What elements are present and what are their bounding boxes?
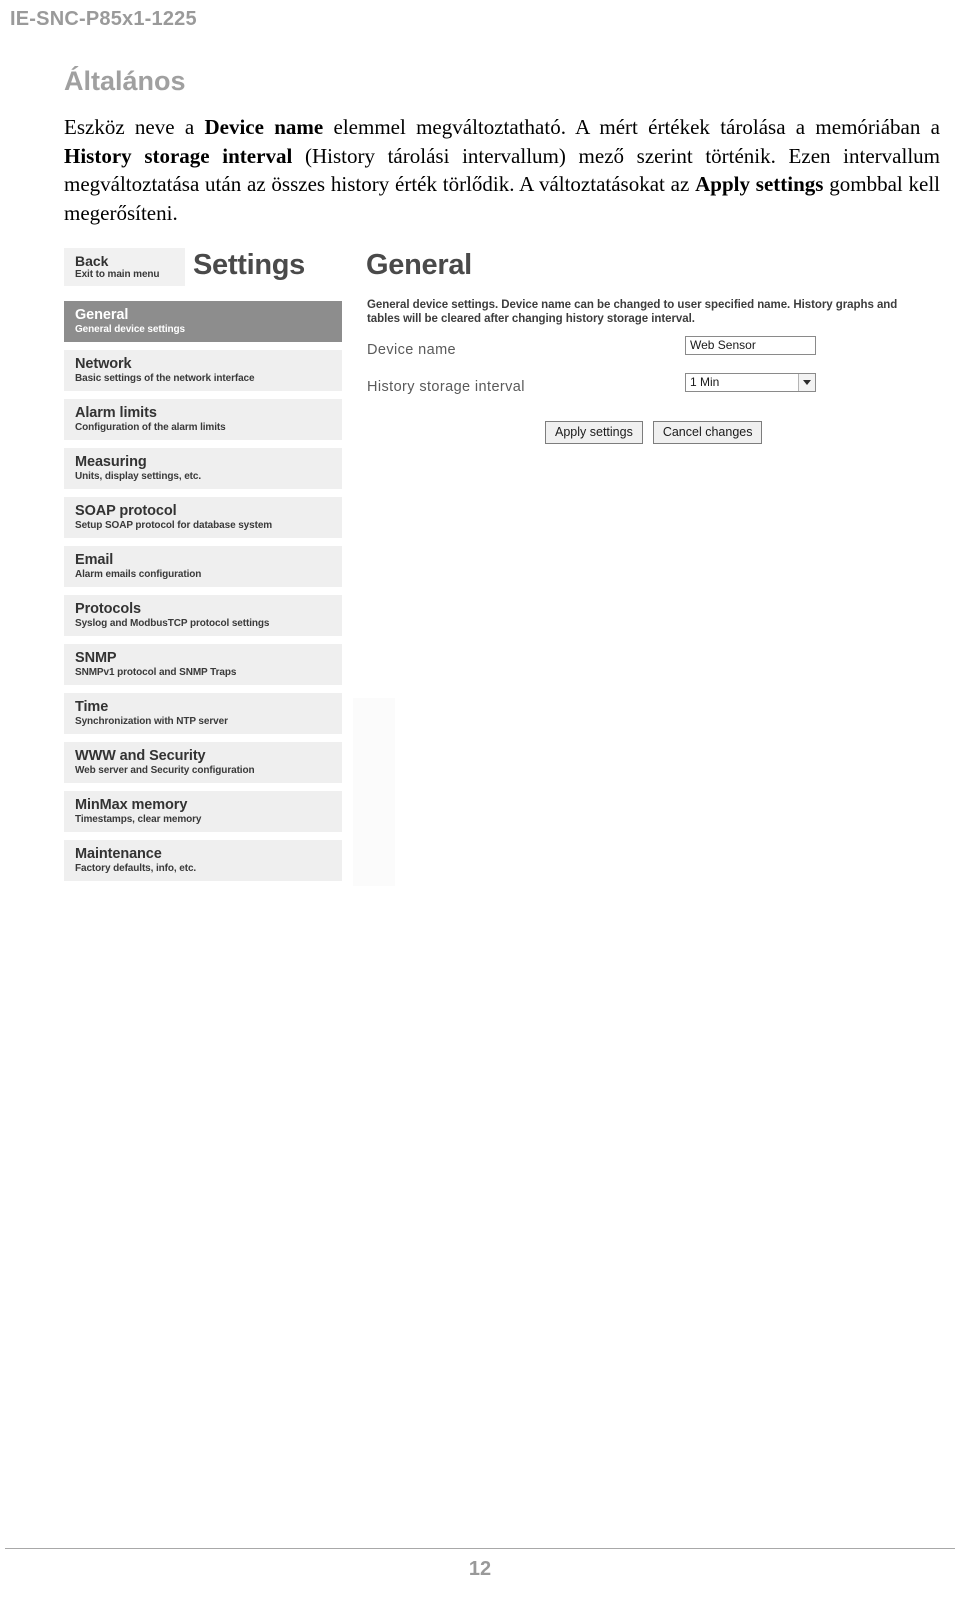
sidebar-item-label: General [75, 307, 129, 323]
sidebar-item-label: Time [75, 699, 109, 715]
history-storage-interval-label: History storage interval [367, 379, 525, 395]
sidebar-item-description: Setup SOAP protocol for database system [75, 520, 273, 531]
sidebar-item-label: Maintenance [75, 846, 162, 862]
sidebar-item-protocols[interactable]: Protocols Syslog and ModbusTCP protocol s… [64, 595, 342, 636]
background-panel [353, 698, 395, 886]
history-storage-interval-select[interactable]: 1 Min [685, 373, 816, 392]
sidebar-item-description: Factory defaults, info, etc. [75, 863, 197, 874]
sidebar-item-description: Timestamps, clear memory [75, 814, 202, 825]
form-actions: Apply settings Cancel changes [545, 421, 763, 444]
page-title: General [366, 249, 472, 281]
sidebar-item-www-and-security[interactable]: WWW and Security Web server and Security … [64, 742, 342, 783]
device-name-input[interactable]: Web Sensor [685, 336, 816, 355]
document-code: IE-SNC-P85x1-1225 [10, 8, 197, 30]
general-settings-form: Device name Web Sensor History storage i… [367, 336, 837, 410]
sidebar-item-description: Alarm emails configuration [75, 569, 202, 580]
sidebar-item-label: SNMP [75, 650, 117, 666]
cancel-changes-button[interactable]: Cancel changes [652, 421, 763, 444]
sidebar-item-label: Measuring [75, 454, 147, 470]
sidebar-item-label: Email [75, 552, 114, 568]
device-name-label: Device name [367, 342, 457, 358]
sidebar-item-time[interactable]: Time Synchronization with NTP server [64, 693, 342, 734]
section-heading: Általános [64, 66, 186, 96]
sidebar-item-maintenance[interactable]: Maintenance Factory defaults, info, etc. [64, 840, 342, 881]
sidebar-item-label: Protocols [75, 601, 141, 617]
sidebar-item-description: Syslog and ModbusTCP protocol settings [75, 618, 270, 629]
sidebar-item-label: SOAP protocol [75, 503, 177, 519]
sidebar-item-description: Synchronization with NTP server [75, 716, 228, 727]
sidebar-item-soap-protocol[interactable]: SOAP protocol Setup SOAP protocol for dat… [64, 497, 342, 538]
history-storage-interval-row: History storage interval 1 Min [367, 373, 837, 410]
sidebar-item-description: SNMPv1 protocol and SNMP Traps [75, 667, 237, 678]
sidebar-item-general[interactable]: General General device settings [64, 301, 342, 342]
history-storage-interval-value: 1 Min [690, 375, 720, 389]
page-number: 12 [468, 1558, 492, 1580]
chevron-down-icon[interactable] [798, 374, 815, 391]
sidebar-item-label: WWW and Security [75, 748, 206, 764]
sidebar-item-label: Network [75, 356, 132, 372]
sidebar-item-alarm-limits[interactable]: Alarm limits Configuration of the alarm l… [64, 399, 342, 440]
settings-sidebar: General General device settings Network Bas… [64, 301, 342, 889]
device-name-row: Device name Web Sensor [367, 336, 837, 373]
sidebar-item-network[interactable]: Network Basic settings of the network int… [64, 350, 342, 391]
sidebar-item-label: MinMax memory [75, 797, 188, 813]
page-description: General device settings. Device name can… [367, 299, 898, 325]
sidebar-item-description: General device settings [75, 324, 185, 335]
sidebar-item-minmax-memory[interactable]: MinMax memory Timestamps, clear memory [64, 791, 342, 832]
apply-settings-button[interactable]: Apply settings [545, 421, 643, 444]
back-button-title: Back [75, 253, 109, 269]
back-button[interactable]: Back Exit to main menu [64, 248, 185, 286]
sidebar-item-description: Basic settings of the network interface [75, 373, 255, 384]
sidebar-item-email[interactable]: Email Alarm emails configuration [64, 546, 342, 587]
sidebar-item-snmp[interactable]: SNMP SNMPv1 protocol and SNMP Traps [64, 644, 342, 685]
back-button-subtitle: Exit to main menu [75, 269, 160, 280]
sidebar-item-description: Web server and Security configuration [75, 765, 255, 776]
sidebar-item-measuring[interactable]: Measuring Units, display settings, etc. [64, 448, 342, 489]
sidebar-item-description: Units, display settings, etc. [75, 471, 202, 482]
device-web-interface-screenshot: Back Exit to main menu Settings General … [64, 243, 940, 895]
footer-divider [5, 1548, 955, 1549]
sidebar-item-description: Configuration of the alarm limits [75, 422, 226, 433]
body-paragraph: Eszköz neve a Device name elemmel megvál… [64, 115, 941, 225]
settings-title: Settings [193, 249, 305, 281]
sidebar-item-label: Alarm limits [75, 405, 157, 421]
